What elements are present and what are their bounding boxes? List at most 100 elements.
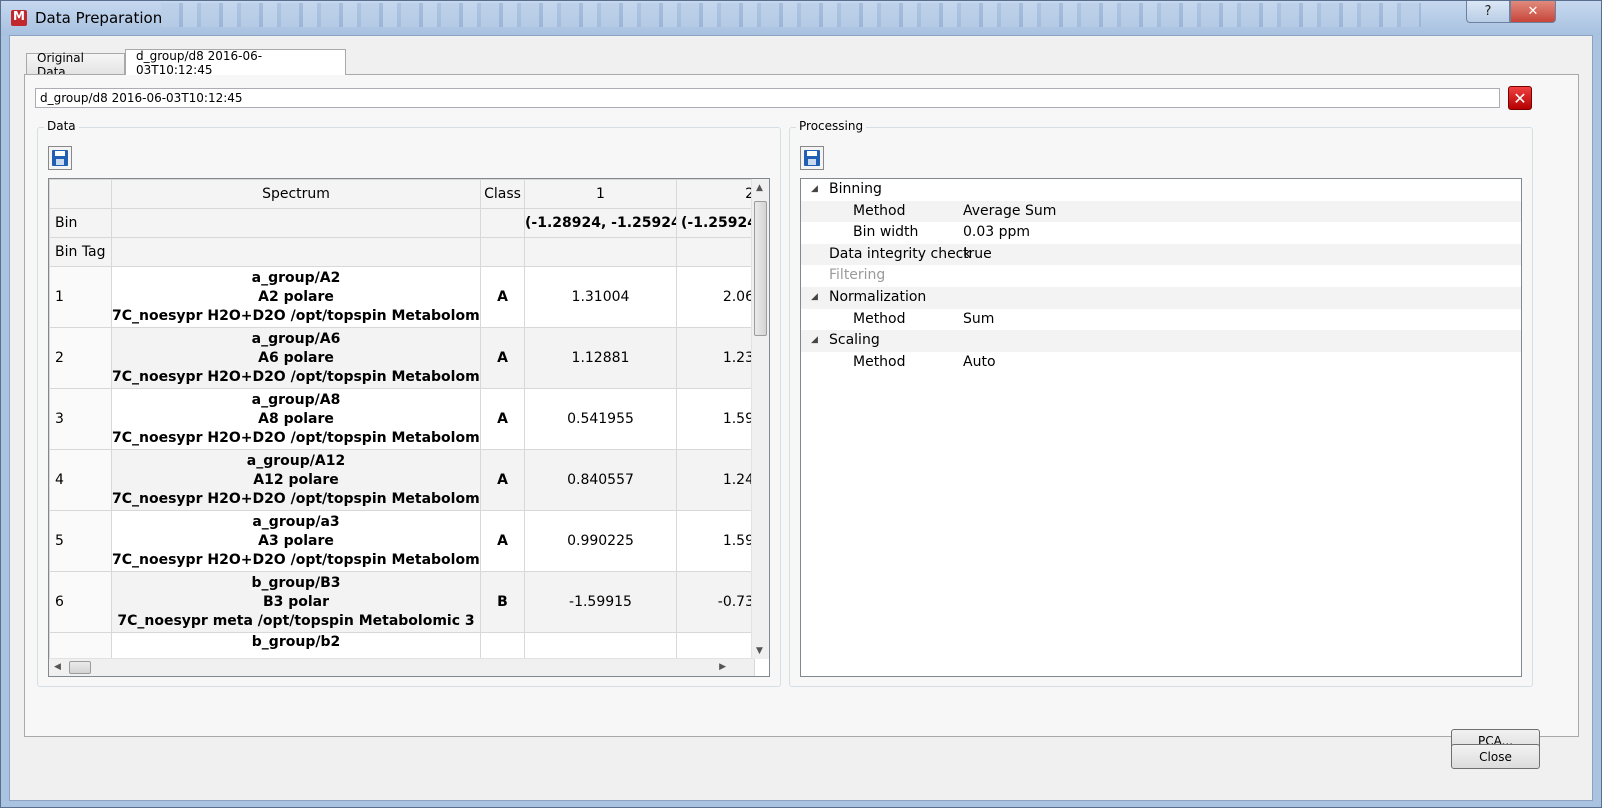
save-processing-button[interactable] [800,146,824,170]
triangle-expanded-icon[interactable]: ◢ [811,330,818,352]
column-header-1[interactable]: 1 [524,179,677,209]
spectrum-cell[interactable]: a_group/a3 A3 polare 7C_noesypr H2O+D2O /o… [111,510,481,572]
spectrum-line-3: 7C_noesypr H2O+D2O /opt/topspin Metabolo… [112,307,481,324]
value-cell-1[interactable]: 1.12881 [524,327,677,389]
tab-dataset[interactable]: d_group/d8 2016-06-03T10:12:45 [125,49,346,77]
data-group: Data Spectrum Class 1 2 Bin (-1.28924, -… [37,119,781,687]
spectrum-cell[interactable]: a_group/A8 A8 polare 7C_noesypr H2O+D2O /o… [111,388,481,450]
window-title: Data Preparation [35,9,163,27]
value-cell-2[interactable]: 1.59 [676,388,755,450]
class-cell[interactable]: A [480,266,525,328]
column-header-spectrum[interactable]: Spectrum [111,179,481,209]
value-cell-1[interactable]: 0.990225 [524,510,677,572]
scroll-left-icon[interactable]: ◀ [54,662,61,672]
value-cell-2[interactable]: 1.23 [676,327,755,389]
spectrum-line-2: A8 polare [258,410,334,427]
spectrum-line-1: a_group/a3 [252,513,340,530]
table-row[interactable]: 1 a_group/A2 A2 polare 7C_noesypr H2O+D2O … [49,266,755,328]
window-close-button[interactable]: ✕ [1510,1,1556,23]
bin-tag-cell-1[interactable] [524,237,677,267]
spectrum-line-2: A2 polare [258,288,334,305]
class-cell[interactable]: A [480,388,525,450]
class-cell[interactable]: A [480,510,525,572]
table-row[interactable]: 5 a_group/a3 A3 polare 7C_noesypr H2O+D2O … [49,510,755,572]
tree-item-normalization[interactable]: ◢ Normalization [801,286,1521,309]
spectrum-cell[interactable]: a_group/A6 A6 polare 7C_noesypr H2O+D2O /o… [111,327,481,389]
bin-tag-cell-2[interactable] [676,237,755,267]
data-table[interactable]: Spectrum Class 1 2 Bin (-1.28924, -1.259… [48,178,770,677]
triangle-expanded-icon[interactable]: ◢ [811,287,818,309]
value-cell-1[interactable]: 0.840557 [524,449,677,511]
tab-original-data[interactable]: Original Data [26,51,125,79]
spectrum-line-1: a_group/A12 [246,452,346,469]
value-cell-2[interactable]: 1.59 [676,510,755,572]
tree-key: Method [853,353,906,370]
spectrum-cell[interactable]: a_group/A2 A2 polare 7C_noesypr H2O+D2O /o… [111,266,481,328]
bin-cell-2[interactable]: (-1.25924, -1.22924) [676,208,755,238]
vertical-scroll-thumb[interactable] [754,201,767,336]
bin-tag-class-cell[interactable] [480,237,525,267]
spectrum-line-3: 7C_noesypr meta /opt/topspin Metabolomic… [117,612,475,629]
class-cell[interactable]: A [480,327,525,389]
tree-item-filtering[interactable]: Filtering [801,265,1521,287]
scroll-right-icon[interactable]: ▶ [719,662,726,672]
value-cell-1[interactable]: 0.541955 [524,388,677,450]
value-cell-2[interactable]: 2.06 [676,266,755,328]
data-grid: Spectrum Class 1 2 Bin (-1.28924, -1.259… [49,179,755,676]
tree-item-binning-method[interactable]: Method Average Sum [801,200,1521,223]
row-number[interactable]: 5 [49,510,112,572]
row-header-bin[interactable]: Bin [49,208,112,238]
class-cell[interactable]: A [480,449,525,511]
tree-value: 0.03 ppm [963,224,1031,241]
column-header-2[interactable]: 2 [676,179,755,209]
bin-class-cell[interactable] [480,208,525,238]
spectrum-line-3: 7C_noesypr H2O+D2O /opt/topspin Metabolo… [112,368,481,385]
corner-header[interactable] [49,179,112,209]
value-cell-2[interactable]: 1.24 [676,449,755,511]
value-cell-2[interactable]: -0.73 [676,571,755,633]
tree-item-data-integrity-check[interactable]: Data integrity check true [801,243,1521,266]
bin-tag-spectrum-cell[interactable] [111,237,481,267]
tree-item-bin-width[interactable]: Bin width 0.03 ppm [801,222,1521,244]
tree-item-scaling[interactable]: ◢ Scaling [801,330,1521,352]
column-header-class[interactable]: Class [480,179,525,209]
tree-item-binning[interactable]: ◢ Binning [801,179,1521,201]
value-cell-1[interactable]: 1.31004 [524,266,677,328]
row-number[interactable]: 3 [49,388,112,450]
tree-value: Average Sum [963,202,1057,219]
remove-dataset-button[interactable]: ✕ [1508,86,1532,110]
tab-pane: d_group/d8 2016-06-03T10:12:45 ✕ Data Sp… [24,74,1579,753]
scroll-up-icon[interactable]: ▲ [756,183,763,193]
tree-key: Data integrity check [829,245,972,262]
bin-cell-1[interactable]: (-1.28924, -1.25924) [524,208,677,238]
processing-tree[interactable]: ◢ Binning Method Average Sum Bin width 0… [800,178,1522,677]
row-header-bin-tag[interactable]: Bin Tag [49,237,112,267]
spectrum-cell[interactable]: b_group/B3 B3 polar 7C_noesypr meta /opt/t… [111,571,481,633]
class-cell[interactable]: B [480,571,525,633]
value-cell-1[interactable]: -1.59915 [524,571,677,633]
spectrum-line-2: B3 polar [262,593,330,610]
tree-item-normalization-method[interactable]: Method Sum [801,309,1521,331]
scroll-down-icon[interactable]: ▼ [756,646,763,656]
tree-item-scaling-method[interactable]: Method Auto [801,352,1521,374]
row-number[interactable]: 6 [49,571,112,633]
table-row[interactable]: 4 a_group/A12 A12 polare 7C_noesypr H2O+D2… [49,449,755,511]
row-number[interactable]: 4 [49,449,112,511]
close-button[interactable]: Close [1451,744,1540,769]
spectrum-cell[interactable]: a_group/A12 A12 polare 7C_noesypr H2O+D2O … [111,449,481,511]
dataset-name-input[interactable]: d_group/d8 2016-06-03T10:12:45 [35,88,1500,108]
row-number[interactable]: 1 [49,266,112,328]
bin-spectrum-cell[interactable] [111,208,481,238]
horizontal-scrollbar[interactable]: ◀ ▶ [49,658,754,676]
data-preparation-window: Data Preparation ? ✕ Original Data d_gro… [0,0,1602,808]
title-bar[interactable]: Data Preparation ? ✕ [1,1,1601,35]
table-row[interactable]: 2 a_group/A6 A6 polare 7C_noesypr H2O+D2O … [49,327,755,389]
triangle-expanded-icon[interactable]: ◢ [811,179,818,201]
save-data-button[interactable] [48,146,72,170]
table-row[interactable]: 6 b_group/B3 B3 polar 7C_noesypr meta /opt… [49,571,755,633]
vertical-scrollbar[interactable]: ▲ ▼ [751,179,769,659]
horizontal-scroll-thumb[interactable] [69,661,91,674]
table-row[interactable]: 3 a_group/A8 A8 polare 7C_noesypr H2O+D2O … [49,388,755,450]
help-button[interactable]: ? [1466,1,1510,23]
row-number[interactable]: 2 [49,327,112,389]
